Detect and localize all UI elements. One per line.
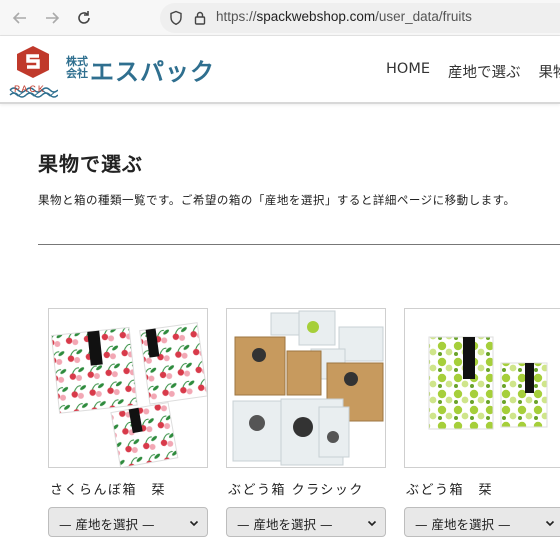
divider bbox=[38, 244, 560, 245]
arrow-left-icon bbox=[12, 12, 26, 24]
grape-shiori-box-image bbox=[428, 336, 548, 430]
region-select-value: — 産地を選択 — bbox=[59, 517, 155, 532]
address-bar[interactable]: https://spackwebshop.com/user_data/fruit… bbox=[160, 3, 560, 33]
browser-toolbar: https://spackwebshop.com/user_data/fruit… bbox=[0, 0, 560, 36]
reload-icon bbox=[78, 11, 90, 24]
product-card: ぶどう箱 栞 — 産地を選択 — bbox=[404, 308, 560, 537]
site-header: PACK 株式会社 エスパック HOME 産地で選ぶ 果物で bbox=[0, 36, 560, 104]
forward-button[interactable] bbox=[42, 8, 62, 28]
region-select-value: — 産地を選択 — bbox=[237, 517, 333, 532]
page-description: 果物と箱の種類一覧です。ご希望の箱の「産地を選択」すると詳細ページに移動します。 bbox=[38, 193, 516, 207]
url-host: spackwebshop.com bbox=[256, 9, 376, 24]
chevron-down-icon bbox=[189, 520, 199, 527]
product-name[interactable]: さくらんぼ箱 栞 bbox=[48, 479, 208, 498]
url-text: https://spackwebshop.com/user_data/fruit… bbox=[216, 9, 472, 24]
arrow-right-icon bbox=[46, 12, 60, 24]
product-name[interactable]: ぶどう箱 クラシック bbox=[226, 479, 386, 498]
logo-text: PACK bbox=[14, 84, 46, 94]
back-button[interactable] bbox=[10, 8, 30, 28]
region-select[interactable]: — 産地を選択 — bbox=[226, 507, 386, 537]
lock-icon[interactable] bbox=[192, 10, 208, 26]
url-path: /user_data/fruits bbox=[375, 9, 472, 24]
reload-button[interactable] bbox=[74, 8, 94, 28]
nav-by-fruit[interactable]: 果物で bbox=[539, 61, 560, 82]
cherry-box-image bbox=[50, 322, 207, 467]
product-name[interactable]: ぶどう箱 栞 bbox=[404, 479, 560, 498]
company-type-label: 株式会社 bbox=[66, 55, 88, 80]
region-select[interactable]: — 産地を選択 — bbox=[48, 507, 208, 537]
product-image-grape-classic-box[interactable] bbox=[226, 308, 386, 468]
url-scheme: https:// bbox=[216, 9, 257, 24]
product-card: さくらんぼ箱 栞 — 産地を選択 — bbox=[48, 308, 208, 537]
logo[interactable]: PACK bbox=[8, 44, 59, 100]
company-name[interactable]: エスパック bbox=[90, 52, 215, 87]
region-select-value: — 産地を選択 — bbox=[415, 517, 511, 532]
grape-classic-box-image bbox=[232, 310, 384, 466]
product-card: ぶどう箱 クラシック — 産地を選択 — bbox=[226, 308, 386, 537]
chevron-down-icon bbox=[545, 520, 555, 527]
nav-home[interactable]: HOME bbox=[386, 61, 430, 82]
chevron-down-icon bbox=[367, 520, 377, 527]
product-image-cherry-box[interactable] bbox=[48, 308, 208, 468]
product-image-grape-shiori-box[interactable] bbox=[404, 308, 560, 468]
region-select[interactable]: — 産地を選択 — bbox=[404, 507, 560, 537]
nav-by-region[interactable]: 産地で選ぶ bbox=[448, 61, 521, 82]
main-nav: HOME 産地で選ぶ 果物で bbox=[386, 61, 560, 82]
page-title: 果物で選ぶ bbox=[38, 152, 143, 176]
shield-icon[interactable] bbox=[168, 10, 184, 26]
